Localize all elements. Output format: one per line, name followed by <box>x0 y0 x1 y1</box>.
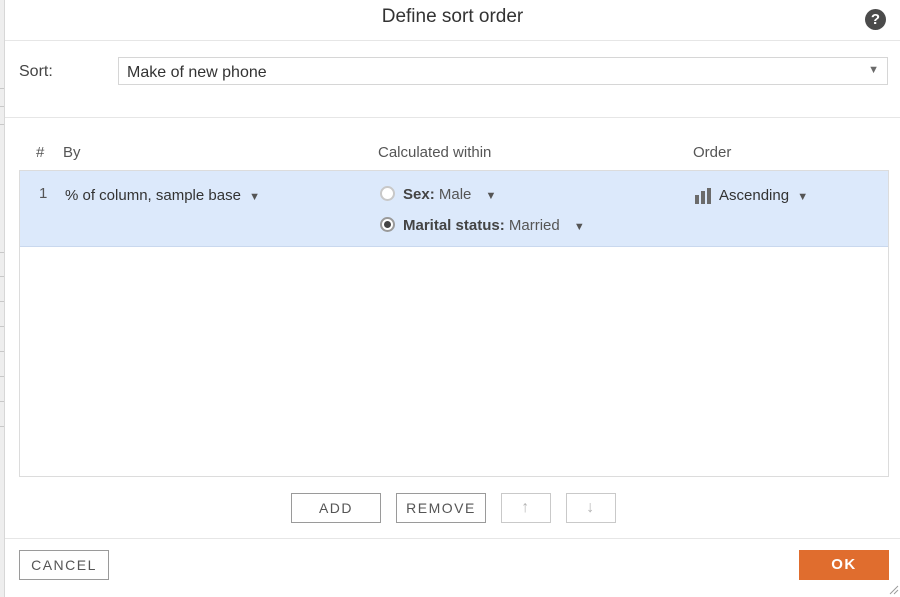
column-header-index: # <box>36 144 45 161</box>
within-sex-radio[interactable] <box>380 186 395 201</box>
order-dropdown-value: Ascending <box>719 187 790 204</box>
within-sex-value: Male <box>438 186 472 203</box>
sort-rules-table: 1 % of column, sample base ▼ Sex: Male ▼… <box>19 170 889 477</box>
chevron-down-icon: ▼ <box>485 190 497 202</box>
within-sex-dropdown[interactable]: Sex: Male ▼ <box>403 186 496 203</box>
chevron-down-icon: ▼ <box>573 221 585 233</box>
help-icon[interactable]: ? <box>865 9 886 30</box>
within-marital-status-value: Married <box>508 217 560 234</box>
row-index: 1 <box>39 185 48 202</box>
sort-dropdown-value: Make of new phone <box>127 64 267 81</box>
chevron-down-icon: ▼ <box>868 64 879 76</box>
column-header-order: Order <box>693 144 732 161</box>
move-down-button[interactable]: ↓ <box>566 493 616 523</box>
table-row[interactable]: 1 % of column, sample base ▼ Sex: Male ▼… <box>20 171 888 247</box>
divider <box>5 117 900 118</box>
order-dropdown[interactable]: Ascending ▼ <box>719 187 808 204</box>
dialog-title: Define sort order <box>381 6 524 27</box>
column-header-by: By <box>63 144 81 161</box>
bar-chart-icon <box>695 188 711 204</box>
remove-button[interactable]: REMOVE <box>396 493 486 523</box>
within-marital-status-variable: Marital status: <box>403 217 505 234</box>
within-sex-variable: Sex: <box>403 186 435 203</box>
by-dropdown[interactable]: % of column, sample base ▼ <box>65 187 260 204</box>
move-up-button[interactable]: ↑ <box>501 493 551 523</box>
cancel-button[interactable]: CANCEL <box>19 550 109 580</box>
dialog-header: Define sort order ? <box>5 0 900 41</box>
within-marital-status-radio[interactable] <box>380 217 395 232</box>
divider <box>5 538 900 539</box>
sort-label: Sort: <box>19 63 53 80</box>
by-dropdown-value: % of column, sample base <box>65 187 241 204</box>
chevron-down-icon: ▼ <box>249 191 260 203</box>
resize-handle-icon[interactable] <box>887 583 899 595</box>
sort-dropdown[interactable]: Make of new phone ▼ <box>118 57 888 85</box>
ok-button[interactable]: OK <box>799 550 889 580</box>
add-button[interactable]: ADD <box>291 493 381 523</box>
chevron-down-icon: ▼ <box>797 191 809 203</box>
column-header-calculated-within: Calculated within <box>378 144 492 161</box>
define-sort-order-dialog: Define sort order ? Sort: Make of new ph… <box>4 0 900 597</box>
within-marital-status-dropdown[interactable]: Marital status: Married ▼ <box>403 217 585 234</box>
